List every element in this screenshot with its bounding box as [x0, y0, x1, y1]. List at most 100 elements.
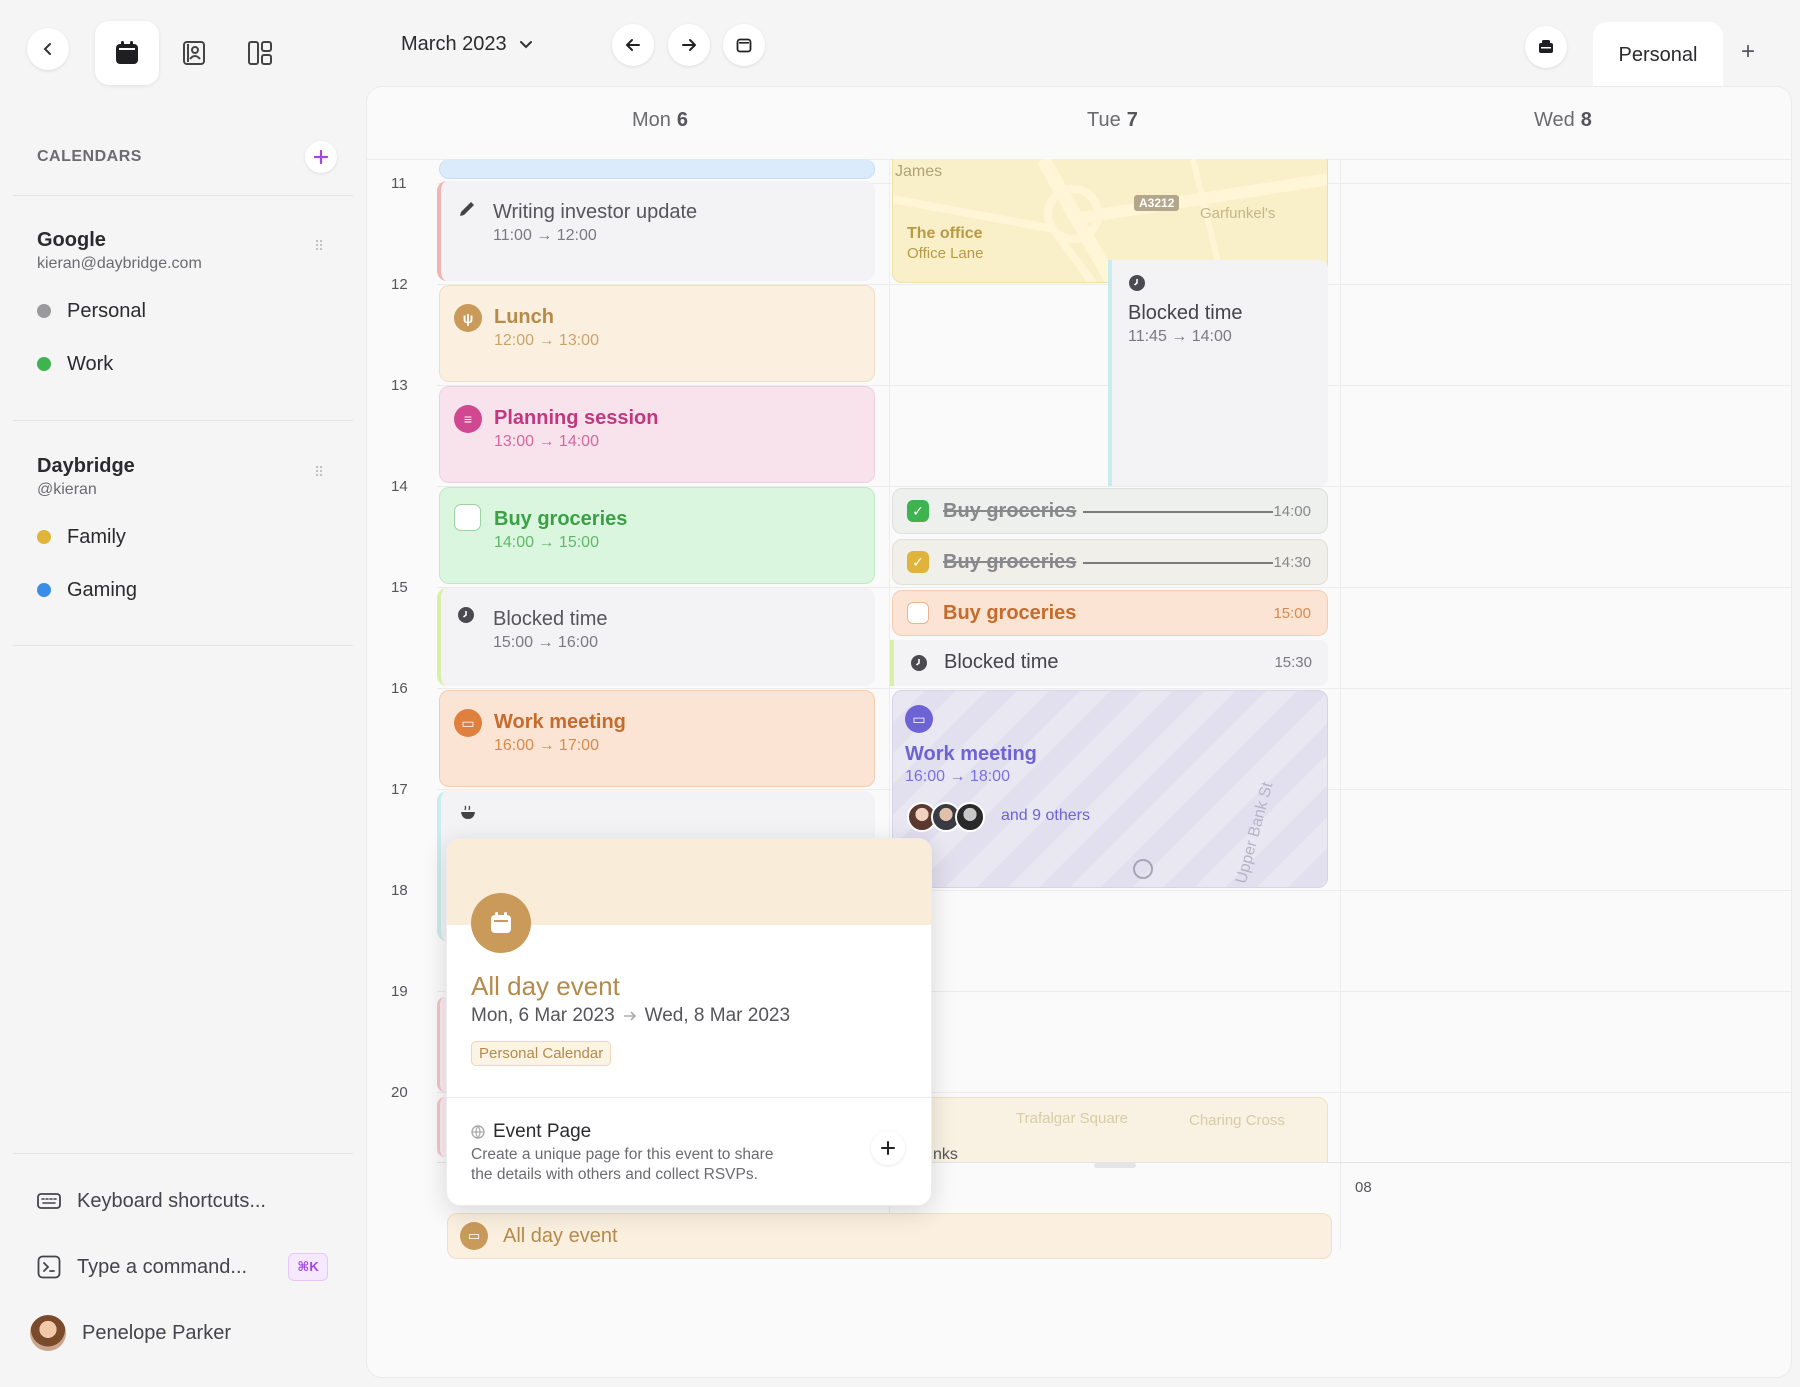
hour-label: 11: [391, 175, 407, 192]
hour-label: 20: [391, 1084, 408, 1101]
day-divider: [1340, 159, 1341, 1249]
date-to: Wed, 8 Mar 2023: [644, 1005, 791, 1026]
hour-label: 15: [391, 579, 408, 596]
day-header-tue[interactable]: Tue 7: [1087, 109, 1138, 132]
calendar-item-work[interactable]: Work: [37, 349, 113, 379]
task-time: 15:00: [1273, 605, 1311, 622]
task-checkbox[interactable]: [907, 602, 929, 624]
event-time: 15:30: [1274, 654, 1312, 671]
date-from: Mon, 6 Mar 2023: [471, 1005, 615, 1026]
resize-handle[interactable]: [1094, 1163, 1136, 1168]
account-handle-daybridge: @kieran: [37, 481, 97, 498]
all-day-event-label: All day event: [503, 1225, 618, 1247]
calendar-color-dot: [37, 583, 51, 597]
next-week-button[interactable]: [668, 24, 710, 66]
checked-icon[interactable]: ✓: [907, 500, 929, 522]
add-tab-button[interactable]: +: [1741, 38, 1755, 66]
road-sign: A3212: [1134, 195, 1180, 211]
event-title: Blocked time: [944, 651, 1059, 673]
task-title: Buy groceries: [943, 500, 1077, 522]
command-palette-button[interactable]: Type a command...: [37, 1252, 247, 1282]
attendee-avatars[interactable]: [907, 802, 985, 832]
task-buy-groceries-done-2[interactable]: ✓ Buy groceries 14:30: [892, 539, 1328, 585]
sidebar-divider: [13, 420, 353, 421]
add-calendar-button[interactable]: [305, 141, 337, 173]
calendar-tag[interactable]: Personal Calendar: [471, 1041, 612, 1066]
day-number: 6: [676, 109, 689, 131]
map-label: Trafalgar Square: [1016, 1110, 1129, 1127]
event-location: Office Lane: [907, 245, 984, 262]
hour-label: 17: [391, 781, 408, 798]
contact-book-icon: [183, 41, 205, 65]
view-contacts-button[interactable]: [162, 21, 226, 85]
prev-week-button[interactable]: [612, 24, 654, 66]
event-map-bottom[interactable]: Trafalgar Square Charing Cross nks: [892, 1097, 1328, 1162]
task-checkbox[interactable]: [454, 504, 481, 531]
day-name: Wed: [1534, 109, 1575, 131]
calendar-icon: ▭: [454, 709, 482, 737]
chevron-left-icon: [43, 43, 51, 55]
clock-icon: [458, 607, 474, 623]
bowl-icon: [461, 805, 475, 819]
event-title: Buy groceries: [494, 508, 628, 530]
drag-handle-icon[interactable]: ⠿: [314, 465, 328, 479]
event-blocked-time-strip[interactable]: Blocked time 15:30: [890, 640, 1328, 686]
tab-personal[interactable]: Personal: [1593, 22, 1723, 88]
day-name: Mon: [632, 109, 671, 131]
day-header-mon[interactable]: Mon 6: [632, 109, 688, 132]
event-page-title: Event Page: [493, 1121, 592, 1142]
popover-divider: [447, 1097, 931, 1098]
calendars-section-title: CALENDARS: [37, 148, 142, 165]
sidebar-divider: [13, 645, 353, 646]
task-buy-groceries-done[interactable]: ✓ Buy groceries 14:00: [892, 488, 1328, 534]
attendees-others[interactable]: and 9 others: [1001, 807, 1090, 825]
sidebar-divider: [13, 1153, 353, 1154]
calendar-item-family[interactable]: Family: [37, 522, 126, 552]
create-event-page-button[interactable]: [871, 1131, 905, 1165]
map-label: Charing Cross: [1189, 1112, 1285, 1129]
task-title: Buy groceries: [943, 551, 1077, 573]
month-selector[interactable]: March 2023: [401, 33, 533, 56]
hour-label: 14: [391, 478, 408, 495]
back-button[interactable]: [27, 28, 69, 70]
event-lunch[interactable]: ψ Lunch 12:00 → 13:00: [439, 285, 875, 382]
event-blocked-time-tue[interactable]: Blocked time 11:45 → 14:00: [1108, 260, 1328, 486]
chevron-down-icon: [519, 40, 532, 48]
event-popover[interactable]: All day event Mon, 6 Mar 2023 Wed, 8 Mar…: [446, 838, 932, 1206]
strike-line: [1083, 562, 1273, 564]
event-planning-session[interactable]: ≡ Planning session 13:00 → 14:00: [439, 386, 875, 483]
event-buy-groceries[interactable]: Buy groceries 14:00 → 15:00: [439, 487, 875, 584]
keyboard-shortcuts-link[interactable]: Keyboard shortcuts...: [37, 1186, 266, 1216]
task-buy-groceries[interactable]: Buy groceries 15:00: [892, 590, 1328, 636]
drag-handle-icon[interactable]: ⠿: [314, 239, 328, 253]
user-profile[interactable]: Penelope Parker: [30, 1315, 231, 1351]
event-page-section[interactable]: Event Page: [471, 1121, 591, 1143]
checked-icon[interactable]: ✓: [907, 551, 929, 573]
view-day-button[interactable]: [95, 21, 159, 85]
day-name: Tue: [1087, 109, 1121, 131]
event-work-meeting-tue[interactable]: Upper Bank St ▭ Work meeting 16:00 → 18:…: [892, 690, 1328, 888]
event-title: Planning session: [494, 407, 659, 429]
pencil-icon: [460, 202, 474, 216]
event-writing-investor-update[interactable]: Writing investor update 11:00 → 12:00: [437, 181, 875, 281]
calendar-icon: ▭: [460, 1222, 488, 1250]
event-time: 15:00 → 16:00: [493, 634, 598, 651]
view-grid-button[interactable]: [228, 21, 292, 85]
day-header-wed[interactable]: Wed 8: [1534, 109, 1592, 132]
today-button[interactable]: [723, 24, 765, 66]
calendar-icon: [471, 893, 531, 953]
calendar-item-gaming[interactable]: Gaming: [37, 575, 137, 605]
hour-label: 19: [391, 983, 408, 1000]
hour-label: 18: [391, 882, 408, 899]
calendar-color-dot: [37, 357, 51, 371]
all-day-event-bar[interactable]: ▭ All day event: [447, 1213, 1332, 1259]
event-previous[interactable]: [439, 159, 875, 179]
layout-grid-icon: [248, 41, 272, 65]
event-work-meeting[interactable]: ▭ Work meeting 16:00 → 17:00: [439, 690, 875, 787]
hour-line: [437, 688, 1791, 689]
event-blocked-time[interactable]: Blocked time 15:00 → 16:00: [437, 588, 875, 686]
calendar-icon: [116, 41, 138, 64]
account-button[interactable]: [1525, 26, 1567, 68]
calendar-item-personal[interactable]: Personal: [37, 296, 146, 326]
event-time: 11:00 → 12:00: [493, 227, 597, 244]
